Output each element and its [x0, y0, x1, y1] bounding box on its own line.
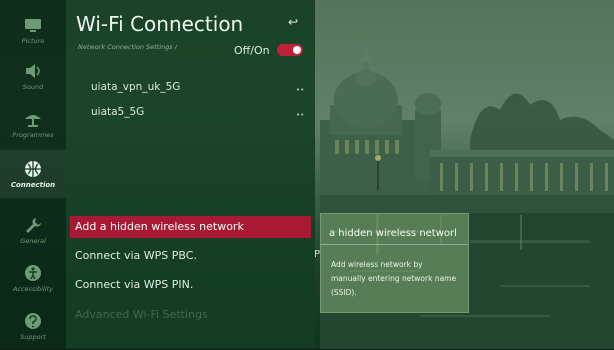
tv-icon	[22, 16, 44, 34]
sidebar-item-programmes[interactable]: Programmes	[0, 100, 66, 148]
sidebar-item-label: Sound	[22, 82, 44, 91]
help-tooltip: a hidden wireless networl Add wireless n…	[320, 213, 469, 313]
wrench-icon	[22, 216, 44, 234]
wifi-toggle-label: Off/On	[234, 44, 270, 57]
sidebar-item-general[interactable]: General	[0, 206, 66, 254]
sidebar-item-picture[interactable]: Picture	[0, 6, 66, 54]
sidebar: Picture Sound Programmes Connection Gene…	[0, 0, 66, 349]
network-item[interactable]: uiata_vpn_uk_5G	[91, 81, 180, 93]
wifi-lock-icon: ••	[296, 86, 305, 94]
wps-pin-button[interactable]: Connect via WPS PIN.	[70, 274, 311, 296]
sidebar-item-connection[interactable]: Connection	[0, 150, 66, 198]
wps-pbc-button[interactable]: Connect via WPS PBC.	[70, 245, 311, 267]
sidebar-item-label: Connection	[10, 180, 56, 189]
back-arrow-icon[interactable]: ↩	[288, 15, 298, 29]
sidebar-item-sound[interactable]: Sound	[0, 52, 66, 100]
satellite-dish-icon	[22, 110, 44, 128]
speaker-icon	[22, 62, 44, 80]
accessibility-icon	[22, 264, 44, 282]
tooltip-body: Add wireless network by manually enterin…	[331, 260, 457, 297]
settings-panel: Wi-Fi Connection Network Connection Sett…	[66, 0, 315, 349]
sidebar-item-label: Programmes	[12, 130, 54, 139]
sidebar-item-label: General	[20, 236, 46, 245]
sidebar-item-label: Accessibility	[12, 284, 54, 293]
page-title: Wi-Fi Connection	[76, 12, 244, 36]
tooltip-divider	[321, 244, 468, 245]
wifi-toggle[interactable]	[277, 44, 303, 56]
sidebar-item-accessibility[interactable]: Accessibility	[0, 254, 66, 302]
network-item[interactable]: uiata5_5G	[91, 106, 144, 118]
support-icon	[22, 312, 44, 330]
wifi-lock-icon: ••	[296, 111, 305, 119]
add-hidden-network-button[interactable]: Add a hidden wireless network	[70, 216, 311, 238]
sidebar-item-label: Support	[20, 332, 46, 341]
advanced-wifi-settings-button[interactable]: Advanced Wi-Fi Settings	[70, 304, 311, 326]
toggle-knob	[293, 46, 301, 54]
sidebar-item-support[interactable]: Support	[0, 302, 66, 350]
globe-icon	[22, 160, 44, 178]
tooltip-heading: a hidden wireless networl	[329, 228, 457, 239]
sidebar-item-label: Picture	[21, 36, 45, 45]
breadcrumb: Network Connection Settings /	[78, 43, 177, 51]
